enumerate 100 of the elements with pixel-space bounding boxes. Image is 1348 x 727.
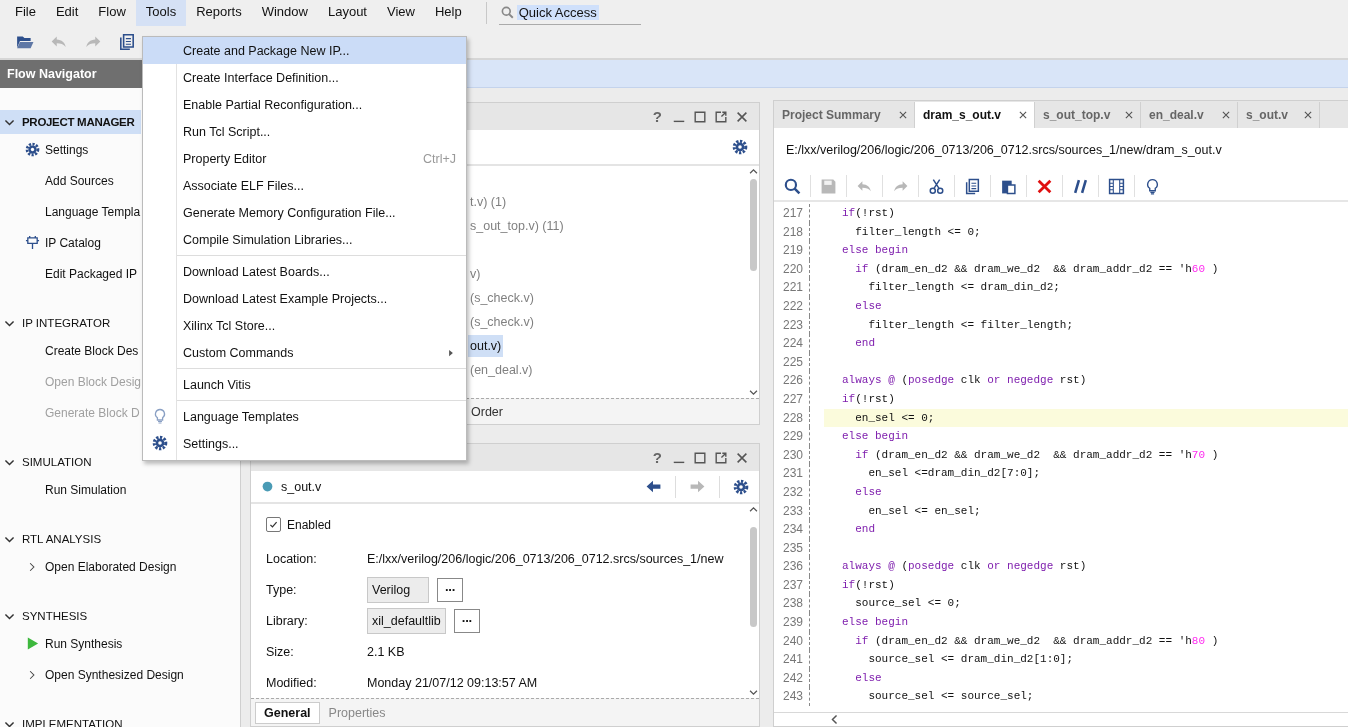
maximize-icon[interactable] bbox=[693, 109, 707, 124]
tree-item[interactable]: s_out_top.v) (11) bbox=[468, 218, 566, 234]
code-line: end bbox=[854, 522, 876, 538]
editor-tab[interactable]: s_out.v bbox=[1238, 102, 1320, 128]
menu-item[interactable]: Property Editor Ctrl+J bbox=[143, 145, 466, 172]
delete-icon[interactable] bbox=[1036, 177, 1053, 195]
columns-icon[interactable] bbox=[1108, 177, 1125, 195]
menu-item[interactable]: View bbox=[377, 0, 425, 26]
nav-item[interactable]: IP Catalog bbox=[45, 235, 101, 250]
code-line: if(!rst) bbox=[841, 577, 896, 593]
close-icon[interactable] bbox=[898, 110, 908, 120]
menu-item[interactable]: Xilinx Tcl Store... bbox=[143, 312, 466, 339]
nav-item[interactable]: Language Templa bbox=[45, 204, 141, 219]
menu-item[interactable]: Edit bbox=[45, 0, 89, 26]
quick-access-field[interactable]: Quick Access bbox=[498, 1, 641, 25]
menu-item[interactable]: Associate ELF Files... bbox=[143, 172, 466, 199]
gear-icon[interactable] bbox=[733, 478, 749, 495]
menu-item[interactable]: Reports bbox=[186, 0, 252, 26]
menu-item[interactable]: Custom Commands bbox=[143, 339, 466, 366]
copy-icon[interactable] bbox=[118, 33, 136, 51]
field-value: 2.1 KB bbox=[367, 644, 406, 659]
section-header[interactable]: SYNTHESIS bbox=[0, 604, 141, 628]
chevron-up-icon[interactable] bbox=[747, 166, 759, 177]
tree-item[interactable]: (en_deal.v) bbox=[468, 362, 535, 378]
browse-button[interactable]: ··· bbox=[437, 577, 463, 602]
lightbulb-icon[interactable] bbox=[1144, 177, 1161, 195]
code-line: filter_length <= 0; bbox=[854, 224, 982, 240]
float-window-icon[interactable] bbox=[714, 109, 728, 124]
menu-item[interactable]: Flow bbox=[88, 0, 136, 26]
back-arrow-icon[interactable] bbox=[645, 478, 662, 495]
folder-icon[interactable] bbox=[16, 33, 34, 51]
choice-field[interactable]: Verilog bbox=[367, 576, 429, 603]
tree-item[interactable]: (s_check.v) bbox=[468, 314, 536, 330]
tab[interactable]: General bbox=[255, 701, 320, 724]
nav-item[interactable]: Add Sources bbox=[45, 173, 114, 188]
nav-item[interactable]: Run Synthesis bbox=[45, 636, 123, 651]
choice-field[interactable]: xil_defaultlib bbox=[367, 607, 446, 634]
editor-tab[interactable]: en_deal.v bbox=[1141, 102, 1238, 128]
nav-item[interactable]: Run Simulation bbox=[45, 482, 127, 497]
section-header[interactable]: IP INTEGRATOR bbox=[0, 311, 141, 335]
menu-item[interactable]: Help bbox=[424, 0, 472, 26]
checkbox[interactable] bbox=[266, 517, 281, 533]
section-header[interactable]: PROJECT MANAGER bbox=[0, 110, 141, 134]
nav-item[interactable]: Create Block Des bbox=[45, 343, 139, 358]
menu-item[interactable]: Settings... bbox=[143, 430, 466, 457]
help-button[interactable]: ? bbox=[649, 108, 665, 125]
code-line: filter_length <= filter_length; bbox=[867, 317, 1075, 333]
menu-item[interactable]: Enable Partial Reconfiguration... bbox=[143, 91, 466, 118]
tree-item[interactable]: t.v) (1) bbox=[468, 194, 509, 210]
chevron-down-icon[interactable] bbox=[747, 387, 759, 398]
menu-item[interactable]: Layout bbox=[317, 0, 377, 26]
close-icon[interactable] bbox=[735, 109, 749, 124]
help-button[interactable]: ? bbox=[649, 449, 665, 466]
menu-item[interactable]: Run Tcl Script... bbox=[143, 118, 466, 145]
scrollbar-thumb[interactable] bbox=[750, 179, 757, 271]
line-number: 239 bbox=[774, 613, 810, 632]
menu-item[interactable]: File bbox=[5, 0, 46, 26]
menu-item[interactable]: Generate Memory Configuration File... bbox=[143, 199, 466, 226]
maximize-icon[interactable] bbox=[693, 450, 707, 465]
browse-button[interactable]: ··· bbox=[453, 608, 480, 633]
line-number: 236 bbox=[774, 557, 810, 576]
nav-item[interactable]: Settings bbox=[45, 142, 89, 157]
menu-item[interactable]: Launch Vitis bbox=[143, 371, 466, 398]
editor-tab[interactable]: s_out_top.v bbox=[1035, 102, 1141, 128]
tree-item[interactable]: v) bbox=[468, 266, 483, 282]
comment-icon[interactable] bbox=[1072, 177, 1089, 195]
menu-item[interactable]: Compile Simulation Libraries... bbox=[143, 226, 466, 253]
nav-item[interactable]: Open Elaborated Design bbox=[45, 559, 177, 574]
menu-item[interactable]: Language Templates bbox=[143, 403, 466, 430]
line-number: 242 bbox=[774, 668, 810, 688]
close-icon[interactable] bbox=[1124, 110, 1134, 120]
gear-icon[interactable] bbox=[732, 139, 748, 155]
copy-icon[interactable] bbox=[964, 177, 981, 195]
cut-icon[interactable] bbox=[928, 177, 945, 195]
checkbox-label: Enabled bbox=[287, 517, 332, 532]
float-window-icon[interactable] bbox=[714, 450, 728, 465]
code-line: en_sel <= en_sel; bbox=[867, 503, 982, 519]
menu-item[interactable]: Tools bbox=[135, 0, 187, 26]
close-icon[interactable] bbox=[1303, 110, 1313, 120]
nav-item[interactable]: Open Synthesized Design bbox=[45, 667, 184, 682]
close-icon[interactable] bbox=[735, 450, 749, 465]
nav-item[interactable]: Edit Packaged IP bbox=[45, 266, 138, 281]
tab[interactable]: Order bbox=[467, 402, 507, 421]
tree-item[interactable]: out.v) bbox=[468, 335, 504, 357]
close-icon[interactable] bbox=[1018, 110, 1028, 120]
menu-item[interactable]: Download Latest Example Projects... bbox=[143, 285, 466, 312]
section-header[interactable]: SIMULATION bbox=[0, 450, 141, 474]
section-header[interactable]: RTL ANALYSIS bbox=[0, 527, 141, 551]
tree-item[interactable]: (s_check.v) bbox=[468, 290, 536, 306]
close-icon[interactable] bbox=[1221, 110, 1231, 120]
menu-item[interactable]: Create and Package New IP... bbox=[143, 37, 466, 64]
code-line: if (dram_en_d2 && dram_we_d2 && dram_addr_d2 == 'h70 ) bbox=[854, 447, 1220, 463]
scrollbar-thumb[interactable] bbox=[750, 527, 757, 627]
line-number: 225 bbox=[774, 352, 810, 372]
search-icon[interactable] bbox=[784, 177, 801, 195]
menu-item[interactable]: Window bbox=[251, 0, 318, 26]
menu-item[interactable]: Download Latest Boards... bbox=[143, 258, 466, 285]
chevron-up-icon[interactable] bbox=[747, 504, 759, 515]
editor-tab[interactable]: dram_s_out.v bbox=[915, 102, 1035, 128]
chevron-down-icon[interactable] bbox=[747, 687, 759, 698]
